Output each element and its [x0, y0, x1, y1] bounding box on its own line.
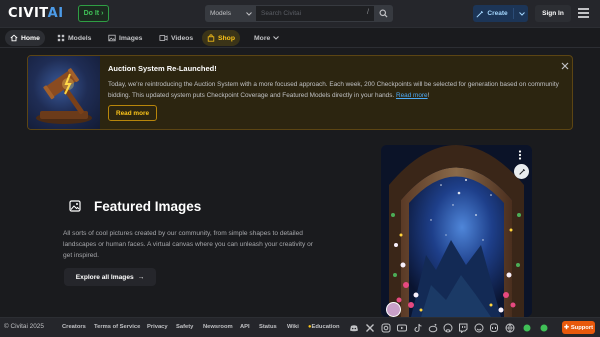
search-scope-select[interactable]: Models [205, 5, 256, 22]
footer-link-creators[interactable]: Creators [62, 324, 86, 330]
banner-title: Auction System Re-Launched! [108, 64, 217, 73]
photo-icon [108, 34, 116, 42]
close-icon[interactable] [561, 62, 569, 70]
main-nav: Home Models Images Videos Shop More [0, 28, 600, 48]
github-icon[interactable] [443, 323, 453, 333]
photo-icon [69, 200, 81, 212]
video-icon [159, 35, 168, 41]
footer-link-safety[interactable]: Safety [176, 324, 193, 330]
chevron-down-icon [273, 36, 280, 40]
hamburger-menu-icon[interactable] [578, 8, 589, 18]
shopping-bag-icon [207, 34, 215, 42]
search-shortcut-hint: / [367, 9, 369, 16]
tiktok-icon[interactable] [413, 323, 423, 333]
do-it-button[interactable]: Do It › [78, 5, 109, 22]
mastodon-icon[interactable] [489, 323, 499, 333]
home-icon [10, 34, 18, 42]
brush-icon [476, 10, 484, 18]
explore-images-button[interactable]: Explore all Images → [64, 268, 156, 286]
footer-link-status[interactable]: Status [259, 324, 277, 330]
announcement-banner: Auction System Re-Launched! Today, we're… [27, 55, 573, 130]
globe-icon[interactable] [505, 323, 515, 333]
status-dot-icon[interactable] [539, 323, 549, 333]
huggingface-icon[interactable] [474, 323, 484, 333]
remix-link-button[interactable] [514, 164, 529, 179]
status-dot-icon[interactable] [522, 323, 532, 333]
footer: © Civitai 2025 Creators Terms of Service… [0, 317, 600, 337]
featured-title: Featured Images [94, 199, 202, 214]
youtube-icon[interactable] [397, 323, 407, 333]
search-button[interactable] [374, 5, 393, 22]
nav-videos[interactable]: Videos [154, 30, 198, 46]
featured-image-card[interactable] [381, 145, 532, 317]
search-icon [379, 9, 388, 18]
heart-icon: ✚ [563, 324, 569, 331]
x-twitter-icon[interactable] [365, 323, 375, 333]
nav-more[interactable]: More [249, 30, 284, 46]
search-input[interactable] [256, 5, 374, 22]
copyright-text: © Civitai 2025 [4, 323, 44, 330]
featured-description: All sorts of cool pictures created by ou… [63, 230, 313, 259]
footer-link-education[interactable]: ●Education [308, 324, 340, 330]
civitai-logo[interactable]: CIVITAI [8, 6, 64, 21]
chevron-down-icon [246, 11, 252, 16]
fantasy-archway-image [381, 145, 532, 317]
arrow-right-icon: → [137, 273, 145, 281]
nav-home[interactable]: Home [5, 30, 45, 46]
read-more-link[interactable]: Read more [396, 92, 428, 99]
top-header: CIVITAI Do It › Models / Create Sign In [0, 0, 600, 28]
read-more-button[interactable]: Read more [108, 105, 157, 121]
search-bar: Models / [205, 5, 393, 22]
reddit-icon[interactable] [428, 323, 438, 333]
auction-gavel-image [28, 56, 100, 129]
sign-in-button[interactable]: Sign In [535, 5, 571, 22]
more-options-icon[interactable] [518, 150, 522, 160]
create-button[interactable]: Create [473, 5, 528, 22]
nav-shop[interactable]: Shop [202, 30, 240, 46]
footer-link-wiki[interactable]: Wiki [287, 324, 299, 330]
twitch-icon[interactable] [458, 323, 468, 333]
grid-icon [57, 34, 65, 42]
chevron-down-icon [518, 11, 525, 16]
footer-link-api[interactable]: API [240, 324, 250, 330]
footer-link-privacy[interactable]: Privacy [147, 324, 168, 330]
nav-images[interactable]: Images [103, 30, 147, 46]
chevron-right-icon: › [101, 10, 104, 17]
banner-text: Today, we're reintroducing the Auction S… [108, 81, 559, 99]
support-button[interactable]: ✚ Support [562, 321, 595, 334]
brush-icon [518, 168, 525, 175]
nav-models[interactable]: Models [52, 30, 96, 46]
footer-link-terms[interactable]: Terms of Service [94, 324, 140, 330]
discord-icon[interactable] [349, 323, 359, 333]
instagram-icon[interactable] [381, 323, 391, 333]
avatar[interactable] [386, 302, 401, 317]
footer-link-newsroom[interactable]: Newsroom [203, 324, 233, 330]
